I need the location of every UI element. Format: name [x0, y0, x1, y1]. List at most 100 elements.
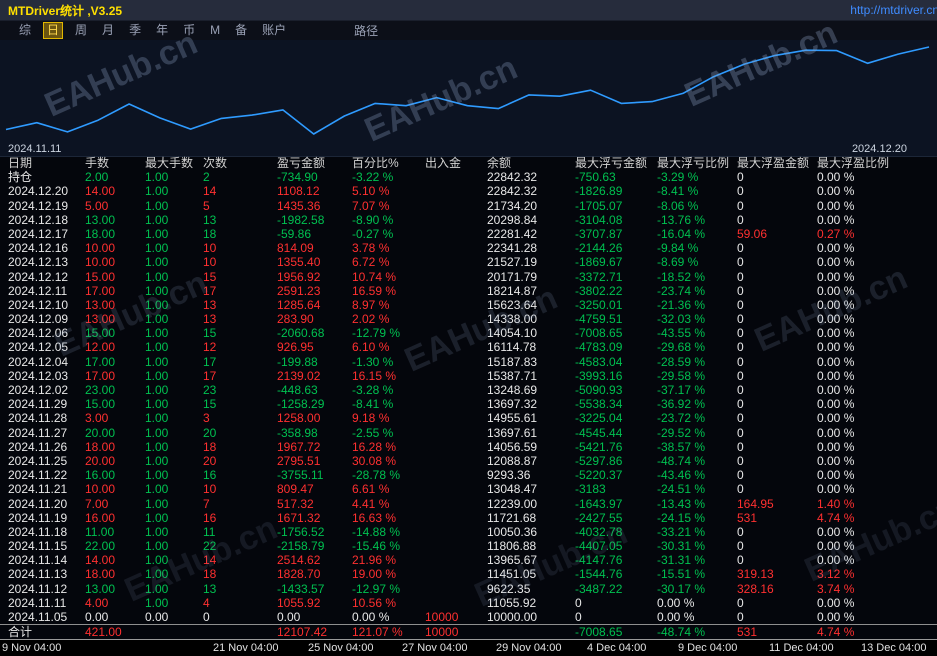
table-row[interactable]: 2024.11.15 22.00 1.00 22 -2158.79 -15.46 % 118… [0, 539, 937, 553]
table-cell: 0 [737, 425, 744, 440]
table-row[interactable]: 2024.12.20 14.00 1.00 14 1108.12 5.10 % 22842.… [0, 184, 937, 198]
table-cell: 14 [203, 184, 217, 199]
axis-label: 25 Nov 04:00 [308, 642, 374, 654]
table-cell: 1.00 [145, 312, 169, 327]
table-row[interactable]: 2024.12.06 15.00 1.00 15 -2060.68 -12.79 % 140… [0, 326, 937, 340]
table-cell: 0.00 % [817, 368, 855, 383]
table-cell: -38.57 % [657, 439, 706, 454]
table-cell: 1.00 [145, 255, 169, 270]
table-row[interactable]: 2024.11.21 10.00 1.00 10 809.47 6.61 % 13048.4… [0, 482, 937, 496]
table-cell: 0.00 [277, 610, 301, 624]
table-row[interactable]: 2024.11.27 20.00 1.00 20 -358.98 -2.55 % 13697… [0, 426, 937, 440]
table-cell: 2024.11.18 [8, 524, 68, 539]
table-row[interactable]: 2024.11.25 20.00 1.00 20 2795.51 30.08 % 12088… [0, 454, 937, 468]
table-cell: 22 [203, 539, 217, 554]
table-cell: -48.74 % [657, 453, 706, 468]
table-cell: 22341.28 [487, 241, 538, 256]
table-cell [417, 199, 479, 213]
table-row[interactable]: 2024.11.19 16.00 1.00 16 1671.32 16.63 % 11721… [0, 511, 937, 525]
toolbar-item-3[interactable]: 周 [72, 23, 90, 38]
table-cell: 5 [203, 198, 210, 213]
table-cell: 14 [203, 553, 217, 568]
table-cell [417, 227, 479, 241]
table-cell: -15.46 % [352, 539, 401, 554]
table-row[interactable]: 2024.11.26 18.00 1.00 18 1967.72 16.28 % 14056… [0, 440, 937, 454]
table-cell: 30.08 % [352, 453, 397, 468]
table-cell: -3225.04 [575, 411, 623, 426]
table-cell [417, 255, 479, 269]
table-cell: -24.15 % [657, 510, 706, 525]
table-cell: 1956.92 [277, 269, 321, 284]
table-cell: 14056.59 [487, 439, 538, 454]
table-cell: 13965.67 [487, 553, 538, 568]
table-cell: 1.00 [145, 439, 169, 454]
table-row[interactable]: 2024.12.19 5.00 1.00 5 1435.36 7.07 % 21734.20… [0, 199, 937, 213]
table-cell: 10 [203, 255, 217, 270]
table-row[interactable]: 2024.12.11 17.00 1.00 17 2591.23 16.59 % 18214… [0, 284, 937, 298]
table-row[interactable]: 2024.11.18 11.00 1.00 11 -1756.52 -14.88 % 100… [0, 525, 937, 539]
table-cell: -24.51 % [657, 482, 706, 497]
table-row[interactable]: 2024.12.13 10.00 1.00 10 1355.40 6.72 % 21527.… [0, 255, 937, 269]
table-cell: 1055.92 [277, 595, 321, 610]
table-row[interactable]: 2024.11.11 4.00 1.00 4 1055.92 10.56 % 11055.9… [0, 596, 937, 610]
table-cell: 17 [203, 354, 217, 369]
table-cell: 0 [737, 184, 744, 199]
table-row[interactable]: 2024.11.28 3.00 1.00 3 1258.00 9.18 % 14955.61… [0, 411, 937, 425]
table-row[interactable]: 2024.12.04 17.00 1.00 17 -199.88 -1.30 % 15187… [0, 355, 937, 369]
table-cell: 0 [737, 539, 744, 554]
path-button[interactable]: 路径 [354, 22, 378, 39]
table-row[interactable]: 2024.11.29 15.00 1.00 15 -1258.29 -8.41 % 1369… [0, 397, 937, 411]
axis-label: 13 Dec 04:00 [861, 642, 927, 654]
table-cell: -3.29 % [657, 170, 699, 185]
table-row[interactable]: 2024.11.14 14.00 1.00 14 2514.62 21.96 % 13965… [0, 553, 937, 567]
table-cell: -3372.71 [575, 269, 623, 284]
table-cell: 18 [203, 567, 217, 582]
table-row[interactable]: 2024.12.02 23.00 1.00 23 -448.63 -3.28 % 13248… [0, 383, 937, 397]
toolbar-item-7[interactable]: 币 [180, 23, 198, 38]
table-cell: 0 [737, 312, 744, 327]
table-row[interactable]: 2024.12.18 13.00 1.00 13 -1982.58 -8.90 % 2029… [0, 213, 937, 227]
toolbar-item-2[interactable]: 日 [43, 22, 64, 39]
table-row[interactable]: 2024.12.17 18.00 1.00 18 -59.86 -0.27 % 22281.… [0, 227, 937, 241]
table-row[interactable]: 2024.11.12 13.00 1.00 13 -1433.57 -12.97 % 962… [0, 582, 937, 596]
toolbar-item-9[interactable]: 备 [232, 23, 250, 38]
table-cell: 328.16 [737, 581, 774, 596]
chart-start-date: 2024.11.11 [8, 143, 62, 155]
table-cell: 9.18 % [352, 411, 390, 426]
toolbar-item-6[interactable]: 年 [153, 23, 171, 38]
toolbar-item-10[interactable]: 账户 [259, 23, 289, 38]
toolbar-item-4[interactable]: 月 [99, 23, 117, 38]
total-row[interactable]: 合计 421.00 12107.42 121.07 % 10000 -7008.65 -48… [0, 624, 937, 639]
table-row[interactable]: 2024.12.16 10.00 1.00 10 814.09 3.78 % 22341.2… [0, 241, 937, 255]
table-row[interactable]: 2024.12.10 13.00 1.00 13 1285.64 8.97 % 15623.… [0, 298, 937, 312]
toolbar-item-8[interactable]: M [207, 23, 223, 38]
table-cell: -3755.11 [277, 468, 324, 483]
toolbar-item-1[interactable]: 综 [16, 23, 34, 38]
table-row[interactable]: 2024.12.12 15.00 1.00 15 1956.92 10.74 % 20171… [0, 270, 937, 284]
table-row[interactable]: 2024.11.13 18.00 1.00 18 1828.70 19.00 % 11451… [0, 567, 937, 581]
table-row[interactable]: 2024.12.09 13.00 1.00 13 283.90 2.02 % 14338.0… [0, 312, 937, 326]
table-cell: 809.47 [277, 482, 314, 497]
column-header: 余额 [487, 156, 512, 170]
table-row[interactable]: 持仓 2.00 1.00 2 -734.90 -3.22 % 22842.32 -750.63… [0, 170, 937, 184]
table-cell: 2514.62 [277, 553, 321, 568]
table-cell: 11 [203, 524, 216, 539]
toolbar-item-5[interactable]: 季 [126, 23, 144, 38]
table-row[interactable]: 2024.11.05 0.00 0.00 0 0.00 0.00 % 10000 10000.… [0, 610, 937, 624]
table-cell: 0.00 % [817, 411, 855, 426]
table-cell: 2.00 [85, 170, 109, 185]
table-cell: -30.31 % [657, 539, 706, 554]
column-header: 百分比% [352, 156, 399, 170]
table-cell: 15 [203, 269, 217, 284]
table-cell: 16.63 % [352, 510, 397, 525]
table-row[interactable]: 2024.11.22 16.00 1.00 16 -3755.11 -28.78 % 929… [0, 468, 937, 482]
table-cell: -12.97 % [352, 581, 401, 596]
table-cell: 16 [203, 510, 217, 525]
table-cell: 17 [203, 283, 217, 298]
table-row[interactable]: 2024.12.05 12.00 1.00 12 926.95 6.10 % 16114.7… [0, 340, 937, 354]
table-row[interactable]: 2024.11.20 7.00 1.00 7 517.32 4.41 % 12239.00 -… [0, 497, 937, 511]
table-row[interactable]: 2024.12.03 17.00 1.00 17 2139.02 16.15 % 15387… [0, 369, 937, 383]
table-cell: 1.00 [145, 354, 169, 369]
app-url-link[interactable]: http://mtdriver.cn [850, 3, 937, 17]
table-cell: -13.43 % [657, 496, 706, 511]
